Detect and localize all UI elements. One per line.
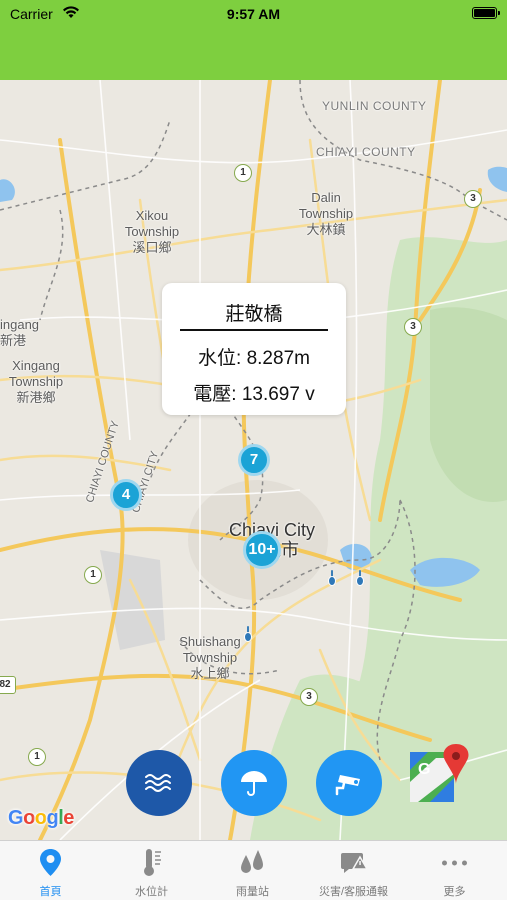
dalin-label: Dalin Township 大林鎮 bbox=[296, 190, 356, 238]
popup-divider bbox=[180, 329, 328, 331]
shuishang-zh: 水上鄉 bbox=[190, 666, 230, 681]
tab-water-gauge[interactable]: 水位計 bbox=[101, 841, 202, 900]
wave-icon bbox=[145, 774, 171, 792]
dalin-zh: 大林鎮 bbox=[306, 222, 346, 237]
map-view[interactable]: YUNLIN COUNTY CHIAYI COUNTY Dalin Townsh… bbox=[0, 80, 507, 840]
yunlin-county-label: YUNLIN COUNTY bbox=[322, 99, 427, 113]
tab-label: 災害/客服通報 bbox=[318, 886, 389, 898]
xingang-label: Xingang Township 新港鄉 bbox=[6, 358, 66, 406]
shuishang-en2: Township bbox=[182, 650, 238, 665]
station-pin[interactable] bbox=[326, 570, 338, 588]
svg-text:G: G bbox=[418, 761, 430, 778]
road-shield: 3 bbox=[464, 190, 482, 208]
station-pin[interactable] bbox=[354, 570, 366, 588]
umbrella-icon bbox=[241, 771, 267, 796]
station-pin[interactable] bbox=[242, 626, 254, 644]
battery-icon bbox=[472, 7, 500, 19]
tab-bar: 首頁 水位計 雨量站 災害/客服通報 更多 bbox=[0, 840, 507, 900]
xingang-zh: 新港鄉 bbox=[16, 390, 56, 405]
tab-label: 首頁 bbox=[39, 886, 62, 898]
thermometer-icon bbox=[144, 849, 161, 876]
station-cluster-10-plus[interactable]: 10+ bbox=[243, 531, 281, 569]
shuishang-label: Shuishang Township 水上鄉 bbox=[172, 634, 248, 682]
chiayi-county-label: CHIAYI COUNTY bbox=[316, 145, 416, 159]
rain-layer-button[interactable] bbox=[221, 750, 287, 816]
road-shield: 1 bbox=[28, 748, 46, 766]
location-pin-icon bbox=[40, 849, 61, 876]
xingang-edge-label: ingang 新港 bbox=[0, 317, 39, 349]
clock: 9:57 AM bbox=[226, 6, 281, 22]
chat-alert-icon bbox=[341, 853, 369, 873]
xikou-en2: Township bbox=[124, 224, 180, 239]
dalin-en2: Township bbox=[298, 206, 354, 221]
road-shield: 3 bbox=[300, 688, 318, 706]
tab-home[interactable]: 首頁 bbox=[0, 841, 101, 900]
xikou-label: Xikou Township 溪口鄉 bbox=[120, 208, 184, 256]
road-shield: 3 bbox=[404, 318, 422, 336]
road-shield: 1 bbox=[84, 566, 102, 584]
dalin-en: Dalin bbox=[311, 190, 341, 205]
more-icon bbox=[442, 860, 467, 866]
tab-more[interactable]: 更多 bbox=[404, 841, 505, 900]
app-header: Carrier 9:57 AM bbox=[0, 0, 507, 80]
tab-rain-station[interactable]: 雨量站 bbox=[202, 841, 303, 900]
rain-drops-icon bbox=[241, 850, 263, 873]
xingang-en2: Township bbox=[8, 374, 64, 389]
road-shield: 82 bbox=[0, 676, 16, 694]
tab-label: 雨量站 bbox=[236, 886, 269, 898]
station-cluster-4[interactable]: 4 bbox=[110, 479, 142, 511]
tab-report[interactable]: 災害/客服通報 bbox=[303, 841, 404, 900]
shuishang-en: Shuishang bbox=[179, 634, 241, 649]
status-bar: Carrier 9:57 AM bbox=[0, 0, 507, 28]
station-popup[interactable]: 莊敬橋 水位: 8.287m 電壓: 13.697 v bbox=[162, 283, 346, 415]
station-name: 莊敬橋 bbox=[225, 304, 283, 325]
xingang-b: 新港 bbox=[0, 333, 27, 348]
camera-layer-button[interactable] bbox=[316, 750, 382, 816]
cctv-camera-icon bbox=[335, 775, 360, 796]
station-cluster-7[interactable]: 7 bbox=[238, 444, 270, 476]
xikou-en: Xikou bbox=[135, 208, 169, 223]
water-level-text: 水位: 8.287m bbox=[198, 348, 310, 369]
voltage-text: 電壓: 13.697 v bbox=[193, 384, 315, 405]
tab-label: 水位計 bbox=[135, 886, 168, 898]
xingang-a: ingang bbox=[0, 317, 40, 332]
road-shield: 1 bbox=[234, 164, 252, 182]
xikou-zh: 溪口鄉 bbox=[132, 240, 172, 255]
xingang-en: Xingang bbox=[12, 358, 60, 373]
google-attribution: Google bbox=[8, 807, 74, 829]
tab-label: 更多 bbox=[443, 886, 466, 898]
google-maps-icon[interactable]: G bbox=[408, 744, 470, 806]
water-level-layer-button[interactable] bbox=[126, 750, 192, 816]
